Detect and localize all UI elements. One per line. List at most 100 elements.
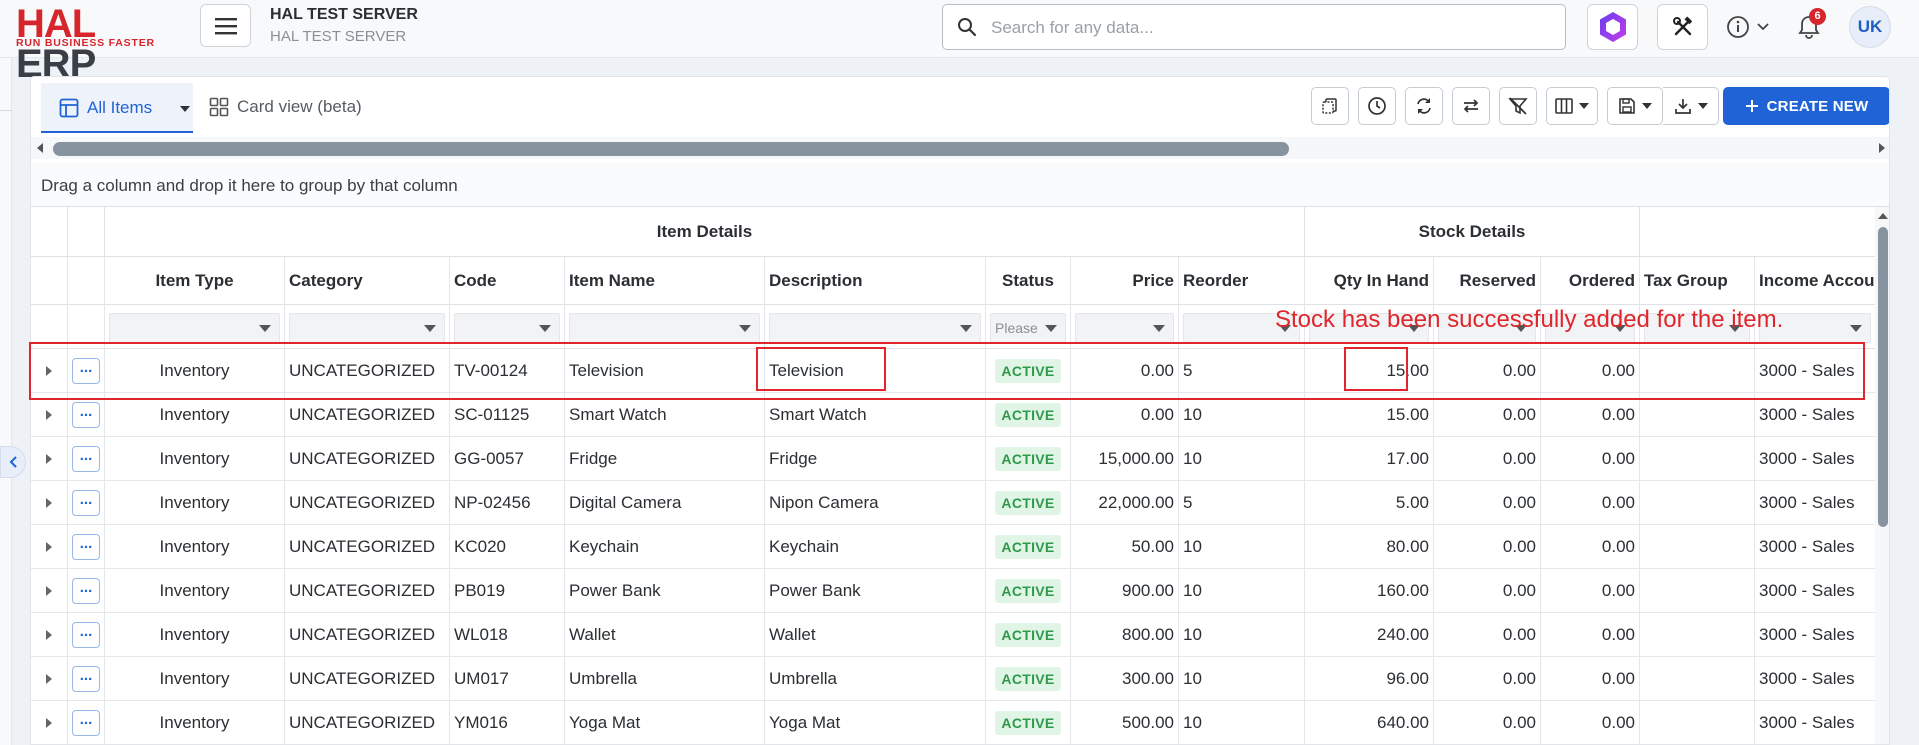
row-expand-cell xyxy=(31,393,68,437)
ai-assistant-button[interactable] xyxy=(1587,4,1638,50)
save-layout-button[interactable] xyxy=(1607,87,1663,125)
table-row[interactable]: ... Inventory UNCATEGORIZED PB019 Power Bank… xyxy=(31,569,1876,613)
column-header-item-type[interactable]: Item Type xyxy=(105,257,285,305)
hal-erp-logo[interactable]: HAL ERP RUN BUSINESS FASTER xyxy=(16,4,181,84)
filter-status-select[interactable]: Please xyxy=(990,313,1066,343)
cell-type: Inventory xyxy=(105,525,285,569)
horizontal-scroll-thumb[interactable] xyxy=(53,142,1289,156)
column-header-ordered[interactable]: Ordered xyxy=(1541,257,1640,305)
column-header-price[interactable]: Price xyxy=(1071,257,1179,305)
search-input[interactable] xyxy=(991,13,1551,43)
help-menu[interactable] xyxy=(1726,14,1774,40)
cell-reorder: 10 xyxy=(1179,393,1305,437)
group-by-panel[interactable]: Drag a column and drop it here to group … xyxy=(31,163,1889,207)
cell-code: YM016 xyxy=(450,701,565,744)
columns-menu-button[interactable] xyxy=(1546,87,1598,125)
filter-description-select[interactable] xyxy=(769,313,981,343)
refresh-button[interactable] xyxy=(1405,87,1443,125)
table-row[interactable]: ... Inventory UNCATEGORIZED KC020 Keychain Ke… xyxy=(31,525,1876,569)
export-button[interactable] xyxy=(1663,87,1719,125)
sidebar-expand-button[interactable] xyxy=(0,446,26,478)
cell-code: NP-02456 xyxy=(450,481,565,525)
dropdown-arrow-icon xyxy=(739,325,751,332)
table-row[interactable]: ... Inventory UNCATEGORIZED WL018 Wallet Wall… xyxy=(31,613,1876,657)
vertical-scroll-thumb[interactable] xyxy=(1878,227,1888,527)
column-header-qty-in-hand[interactable]: Qty In Hand xyxy=(1305,257,1434,305)
cell-type: Inventory xyxy=(105,613,285,657)
tools-button[interactable] xyxy=(1657,4,1708,50)
expand-row-icon[interactable] xyxy=(46,454,52,464)
tab-card-view[interactable]: Card view (beta) xyxy=(209,95,362,119)
dropdown-arrow-icon xyxy=(259,325,271,332)
filter-code-select[interactable] xyxy=(454,313,560,343)
expand-row-icon[interactable] xyxy=(46,542,52,552)
row-actions-button[interactable]: ... xyxy=(72,578,100,604)
column-header-description[interactable]: Description xyxy=(765,257,986,305)
column-header-reserved[interactable]: Reserved xyxy=(1434,257,1541,305)
table-row[interactable]: ... Inventory UNCATEGORIZED YM016 Yoga Mat Yo… xyxy=(31,701,1876,744)
table-row[interactable]: ... Inventory UNCATEGORIZED GG-0057 Fridge Fr… xyxy=(31,437,1876,481)
row-actions-button[interactable]: ... xyxy=(72,446,100,472)
user-avatar[interactable]: UK xyxy=(1849,6,1891,48)
cell-price: 0.00 xyxy=(1071,349,1179,393)
row-actions-button[interactable]: ... xyxy=(72,622,100,648)
scroll-up-arrow[interactable] xyxy=(1878,213,1888,219)
cell-qty: 160.00 xyxy=(1305,569,1434,613)
copy-button[interactable] xyxy=(1311,87,1349,125)
caret-down-icon[interactable] xyxy=(179,105,191,113)
row-actions-cell: ... xyxy=(68,437,105,481)
column-header-item-name[interactable]: Item Name xyxy=(565,257,765,305)
cell-reserved: 0.00 xyxy=(1434,613,1541,657)
table-row[interactable]: ... Inventory UNCATEGORIZED TV-00124 Televis… xyxy=(31,349,1876,393)
row-actions-cell: ... xyxy=(68,613,105,657)
vertical-scrollbar[interactable] xyxy=(1875,207,1889,744)
column-header-category[interactable]: Category xyxy=(285,257,450,305)
clear-filter-button[interactable] xyxy=(1499,87,1537,125)
horizontal-scrollbar[interactable] xyxy=(31,137,1889,159)
expand-row-icon[interactable] xyxy=(46,366,52,376)
history-button[interactable] xyxy=(1358,87,1396,125)
cell-code: TV-00124 xyxy=(450,349,565,393)
table-row[interactable]: ... Inventory UNCATEGORIZED UM017 Umbrella Um… xyxy=(31,657,1876,701)
column-header-status[interactable]: Status xyxy=(986,257,1071,305)
cell-ordered: 0.00 xyxy=(1541,349,1640,393)
swap-button[interactable] xyxy=(1452,87,1490,125)
row-actions-button[interactable]: ... xyxy=(72,534,100,560)
cell-description: Umbrella xyxy=(765,657,986,701)
cell-status: ACTIVE xyxy=(986,393,1071,437)
table-row[interactable]: ... Inventory UNCATEGORIZED NP-02456 Digital… xyxy=(31,481,1876,525)
cell-code: SC-01125 xyxy=(450,393,565,437)
filter-price-select[interactable] xyxy=(1075,313,1174,343)
expand-row-icon[interactable] xyxy=(46,586,52,596)
row-actions-button[interactable]: ... xyxy=(72,490,100,516)
cell-ordered: 0.00 xyxy=(1541,613,1640,657)
row-actions-button[interactable]: ... xyxy=(72,358,100,384)
cell-category: UNCATEGORIZED xyxy=(285,437,450,481)
filter-item-name-select[interactable] xyxy=(569,313,760,343)
column-header-tax-group[interactable]: Tax Group xyxy=(1640,257,1755,305)
expand-row-icon[interactable] xyxy=(46,674,52,684)
filter-cell xyxy=(1071,305,1179,349)
row-actions-button[interactable]: ... xyxy=(72,710,100,736)
tab-all-items[interactable]: All Items xyxy=(41,83,193,133)
filter-category-select[interactable] xyxy=(289,313,445,343)
menu-toggle-button[interactable] xyxy=(200,4,251,47)
row-actions-button[interactable]: ... xyxy=(72,666,100,692)
column-header-income-account[interactable]: Income Account xyxy=(1755,257,1876,305)
global-search[interactable] xyxy=(942,4,1566,50)
expand-row-icon[interactable] xyxy=(46,410,52,420)
save-icon xyxy=(1619,98,1635,114)
row-actions-button[interactable]: ... xyxy=(72,402,100,428)
scroll-right-arrow[interactable] xyxy=(1879,143,1885,153)
create-new-button[interactable]: CREATE NEW xyxy=(1723,87,1889,125)
table-row[interactable]: ... Inventory UNCATEGORIZED SC-01125 Smart W… xyxy=(31,393,1876,437)
scroll-left-arrow[interactable] xyxy=(37,143,43,153)
dropdown-arrow-icon xyxy=(1850,325,1862,332)
column-header-code[interactable]: Code xyxy=(450,257,565,305)
notifications-button[interactable]: 6 xyxy=(1795,8,1826,42)
filter-item-type-select[interactable] xyxy=(109,313,280,343)
expand-row-icon[interactable] xyxy=(46,630,52,640)
column-header-reorder[interactable]: Reorder xyxy=(1179,257,1305,305)
expand-row-icon[interactable] xyxy=(46,498,52,508)
expand-row-icon[interactable] xyxy=(46,718,52,728)
